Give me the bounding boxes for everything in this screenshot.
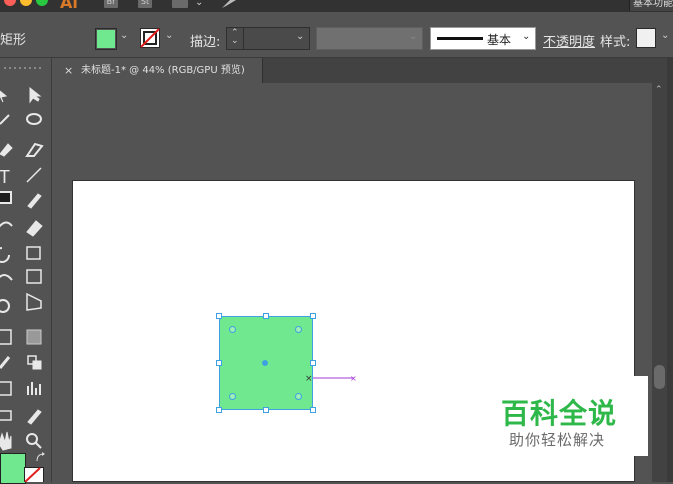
resize-handle-right[interactable]: [310, 360, 316, 366]
graphic-style-swatch[interactable]: [636, 28, 656, 48]
app-logo: Ai: [60, 0, 78, 12]
stepper-down-icon[interactable]: ⌄: [231, 36, 239, 46]
svg-text:×: ×: [350, 374, 357, 383]
resize-handle-top[interactable]: [263, 313, 269, 319]
selection-type-label: 矩形: [0, 33, 27, 48]
live-corner-widget[interactable]: [229, 326, 236, 333]
stroke-weight-input[interactable]: ⌃ ⌄ ⌄: [226, 27, 310, 50]
feather-icon[interactable]: [220, 0, 238, 10]
opacity-link[interactable]: 不透明度: [543, 31, 595, 50]
live-corner-widget[interactable]: [295, 326, 302, 333]
watermark-subtitle: 助你轻松解决: [509, 431, 606, 449]
watermark: 百科全说 助你轻松解决: [493, 376, 648, 456]
variable-width-profile-dropdown[interactable]: ⌄: [316, 27, 423, 50]
resize-handle-bottom-left[interactable]: [216, 407, 222, 413]
resize-handle-left[interactable]: [216, 360, 222, 366]
minimize-window-icon[interactable]: [20, 0, 32, 6]
live-corner-widget[interactable]: [295, 393, 302, 400]
scroll-thumb[interactable]: [654, 365, 665, 389]
resize-handle-top-left[interactable]: [216, 313, 222, 319]
menu-bar: Ai Br St ⌄ 基本功能: [0, 0, 673, 12]
pie-widget[interactable]: × ×: [304, 372, 360, 384]
vertical-scrollbar[interactable]: ⌃: [652, 83, 667, 482]
brush-definition-label: 基本: [487, 33, 512, 47]
resize-handle-bottom[interactable]: [263, 407, 269, 413]
control-bar: 矩形 ⌄ ⌄ 描边: ⌃ ⌄ ⌄ ⌄ 基本 ⌄ 不透明度 样式: ⌄: [0, 12, 673, 58]
style-dropdown-chevron-icon[interactable]: ⌄: [661, 30, 669, 41]
maximize-window-icon[interactable]: [36, 0, 48, 6]
document-tab-bar: × 未标题-1* @ 44% (RGB/GPU 预览): [57, 58, 668, 83]
chevron-down-icon[interactable]: ⌄: [195, 0, 203, 8]
bridge-button[interactable]: Br: [104, 0, 118, 8]
stroke-weight-dropdown-icon[interactable]: ⌄: [296, 31, 304, 42]
arrange-documents-icon[interactable]: [172, 0, 188, 8]
brush-definition-dropdown[interactable]: 基本 ⌄: [430, 27, 536, 50]
resize-handle-bottom-right[interactable]: [310, 407, 316, 413]
fill-dropdown-chevron-icon[interactable]: ⌄: [120, 30, 128, 41]
svg-text:T: T: [0, 167, 10, 187]
chevron-down-icon[interactable]: ⌄: [409, 31, 417, 42]
tools-icons: T: [0, 86, 44, 451]
panel-edge: [667, 58, 673, 482]
stroke-swatch[interactable]: [140, 28, 160, 48]
svg-text:×: ×: [305, 374, 313, 384]
fill-color-box[interactable]: [0, 453, 26, 484]
style-label: 样式:: [600, 35, 631, 50]
stroke-label: 描边:: [190, 35, 221, 50]
close-window-icon[interactable]: [4, 0, 16, 6]
watermark-title: 百科全说: [501, 397, 618, 430]
panel-grip-icon[interactable]: [0, 64, 50, 72]
stock-button[interactable]: St: [138, 0, 152, 8]
stroke-color-box[interactable]: [24, 467, 44, 482]
document-tab[interactable]: × 未标题-1* @ 44% (RGB/GPU 预览): [57, 58, 263, 83]
workspace-switcher[interactable]: 基本功能: [629, 0, 673, 11]
tools-panel: T: [0, 58, 52, 484]
swap-fill-stroke-icon[interactable]: [36, 452, 46, 464]
fill-swatch[interactable]: [95, 28, 117, 50]
close-tab-icon[interactable]: ×: [64, 58, 73, 83]
chevron-down-icon[interactable]: ⌄: [522, 31, 530, 42]
resize-handle-top-right[interactable]: [310, 313, 316, 319]
stroke-dropdown-chevron-icon[interactable]: ⌄: [165, 30, 173, 41]
document-tab-title: 未标题-1* @ 44% (RGB/GPU 预览): [81, 65, 245, 76]
live-corner-widget[interactable]: [229, 393, 236, 400]
scroll-up-icon[interactable]: ⌃: [655, 85, 663, 95]
center-point: [262, 360, 268, 366]
